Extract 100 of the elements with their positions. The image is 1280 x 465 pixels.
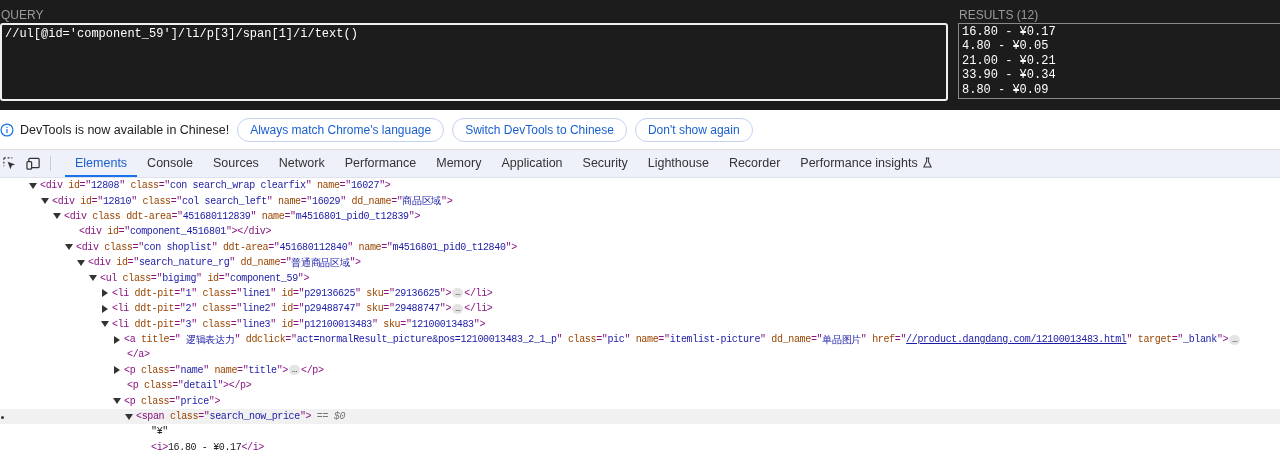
result-line: 4.80 - ¥0.05: [962, 39, 1050, 54]
panel-tab[interactable]: Recorder: [718, 150, 791, 177]
attribute-value: 商品区域: [402, 194, 442, 209]
expanded-triangle-icon[interactable]: [89, 275, 97, 282]
device-toolbar-icon[interactable]: [26, 156, 41, 171]
tree-row[interactable]: <a title=" 逻辑表达力" ddclick="act=normalResult_picture&pos=12100013483_2_1_p" class="pic" name="itemlist-picture" dd_name="单品图片" href="//product.dangdang.com/12100013483.html" target="_blank"> …: [0, 331, 1280, 348]
results-field[interactable]: 16.80 - ¥0.17 4.80 - ¥0.05 21.00 - ¥0.21 33.90 - ¥0.34 8.80 - ¥0.09: [958, 23, 1280, 99]
attribute-name: sku: [365, 303, 384, 315]
tag-text: >: [214, 395, 221, 407]
expanded-triangle-icon[interactable]: [53, 213, 61, 220]
tag-text: <p: [127, 380, 139, 392]
punctuation: =": [285, 334, 297, 346]
tag-text: <li: [112, 287, 129, 299]
attribute-value: component_4516801: [129, 226, 226, 238]
panel-tab[interactable]: Sources: [203, 150, 269, 177]
punctuation: =": [91, 195, 103, 207]
collapsed-triangle-icon[interactable]: [102, 289, 108, 298]
tree-row[interactable]: <p class="name" name="title"> … </p>: [0, 362, 1280, 379]
attribute-name: class: [139, 364, 170, 376]
punctuation: =": [198, 411, 210, 423]
expanded-triangle-icon[interactable]: [101, 321, 109, 328]
inspect-element-icon[interactable]: [2, 156, 17, 171]
infobar-button[interactable]: Switch DevTools to Chinese: [452, 117, 627, 142]
punctuation: ": [270, 318, 276, 330]
panel-tab[interactable]: Network: [268, 150, 335, 177]
punctuation: =": [1171, 334, 1183, 346]
expand-ellipsis-button[interactable]: …: [452, 303, 464, 314]
tag-text: >: [355, 257, 361, 269]
punctuation: =": [174, 303, 186, 315]
punctuation: =": [79, 180, 91, 192]
tree-row[interactable]: <div id="search_nature_rg" dd_name="普通商品区域">: [0, 254, 1280, 271]
expand-ellipsis-button[interactable]: …: [1229, 334, 1241, 345]
collapsed-triangle-icon[interactable]: [102, 304, 108, 313]
tree-row[interactable]: <p class="detail"></p>: [0, 378, 1280, 394]
attribute-name: class: [121, 272, 151, 284]
tag-text: >: [445, 287, 452, 299]
attribute-link[interactable]: //product.dangdang.com/12100013483.html: [906, 334, 1127, 346]
expanded-triangle-icon[interactable]: [29, 182, 37, 189]
tree-row[interactable]: <ul class="bigimg" id="component_59">: [0, 270, 1280, 286]
punctuation: =": [127, 257, 139, 269]
tree-row[interactable]: <li ddt-pit="2" class="line2" id="p29488747" sku="29488747"> … </li>: [0, 301, 1280, 317]
tag-text: >: [305, 411, 312, 423]
tree-row[interactable]: <div id="12808" class="con search_wrap clearfix" name="16027">: [0, 178, 1280, 194]
attribute-name: href: [871, 334, 895, 346]
selected-tree-row[interactable]: <span class="search_now_price"> == $0: [0, 408, 1280, 425]
collapsed-triangle-icon[interactable]: [114, 335, 120, 344]
punctuation: ": [217, 380, 224, 392]
punctuation: ": [473, 318, 480, 330]
panel-tab[interactable]: Security: [572, 150, 638, 177]
attribute-value: detail: [183, 380, 218, 392]
attribute-name: id: [106, 226, 119, 238]
attribute-name: class: [103, 241, 133, 253]
panel-tab[interactable]: Elements: [65, 150, 138, 177]
expanded-triangle-icon[interactable]: [65, 244, 73, 251]
panel-tab[interactable]: Performance insights: [790, 150, 943, 177]
tree-row[interactable]: <i>16.80 - ¥0.17</i>: [0, 439, 1280, 456]
panel-tab[interactable]: Console: [137, 150, 203, 177]
punctuation: ": [191, 318, 197, 330]
tree-row[interactable]: <div id="12810" class="col search_left" name="16029" dd_name="商品区域">: [0, 193, 1280, 209]
panel-tab[interactable]: Memory: [426, 150, 492, 177]
attribute-name: id: [206, 272, 219, 284]
expanded-triangle-icon[interactable]: [125, 413, 133, 420]
attribute-value: 12810: [102, 195, 132, 207]
punctuation: =": [171, 210, 183, 222]
punctuation: ": [266, 195, 273, 207]
tag-text: <p: [124, 395, 136, 407]
punctuation: =": [132, 241, 144, 253]
attribute-value: p12100013483: [304, 318, 372, 330]
expand-ellipsis-button[interactable]: …: [452, 288, 464, 299]
panel-tab[interactable]: Application: [491, 150, 573, 177]
attribute-value: title: [248, 364, 277, 376]
punctuation: =": [339, 180, 351, 192]
tag-text: <a: [124, 334, 136, 346]
attribute-name: id: [280, 303, 293, 315]
attribute-name: class: [201, 287, 231, 299]
punctuation: ": [1126, 334, 1133, 346]
punctuation: ": [355, 303, 361, 315]
punctuation: =": [292, 318, 305, 330]
punctuation: =": [300, 195, 312, 207]
expanded-triangle-icon[interactable]: [41, 198, 49, 205]
tag-text: >: [511, 241, 517, 253]
punctuation: =": [391, 195, 403, 207]
tree-row[interactable]: <li ddt-pit="3" class="line3" id="p12100013483" sku="12100013483">: [0, 316, 1280, 332]
infobar-button[interactable]: Always match Chrome's language: [237, 117, 445, 142]
tree-row[interactable]: <div id="component_4516801"></div>: [0, 224, 1280, 240]
attribute-name: id: [79, 195, 92, 207]
flask-icon: [921, 157, 933, 168]
tree-row[interactable]: <div class ddt-area="451680112839" name="m4516801_pid0_t12839">: [0, 208, 1280, 225]
expand-ellipsis-button[interactable]: …: [288, 365, 300, 376]
punctuation: =": [174, 318, 186, 330]
expanded-triangle-icon[interactable]: [77, 259, 85, 266]
query-field[interactable]: //ul[@id='component_59']/li/p[3]/span[1]/i/text(): [0, 23, 948, 101]
tree-row[interactable]: <li ddt-pit="1" class="line1" id="p29136625" sku="29136625"> … </li>: [0, 285, 1280, 302]
panel-tab[interactable]: Lighthouse: [637, 150, 719, 177]
panel-tab[interactable]: Performance: [334, 150, 427, 177]
tree-row[interactable]: <div class="con shoplist" ddt-area="451680112840" name="m4516801_pid0_t12840">: [0, 239, 1280, 255]
attribute-value: m4516801_pid0_t12840: [392, 241, 506, 253]
collapsed-triangle-icon[interactable]: [114, 366, 120, 375]
infobar-button[interactable]: Don't show again: [634, 117, 753, 142]
tree-row[interactable]: "¥": [0, 424, 1280, 440]
